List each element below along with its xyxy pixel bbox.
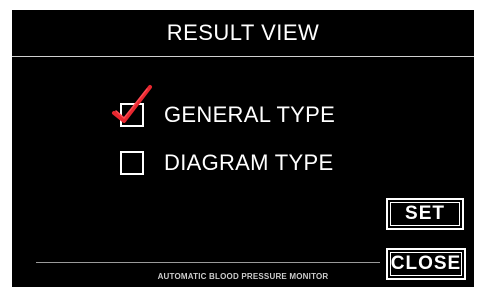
- footer-brand-text: AUTOMATIC BLOOD PRESSURE MONITOR: [157, 272, 329, 281]
- option-diagram-type[interactable]: DIAGRAM TYPE: [120, 150, 333, 176]
- general-type-checkbox[interactable]: [112, 85, 152, 127]
- set-button-label: SET: [405, 203, 445, 224]
- page-title: RESULT VIEW: [166, 20, 320, 45]
- option-general-type[interactable]: GENERAL TYPE: [112, 85, 336, 128]
- general-type-label: GENERAL TYPE: [164, 102, 336, 127]
- set-button[interactable]: SET: [386, 198, 464, 230]
- title-bar: RESULT VIEW: [12, 10, 474, 57]
- device-screen: RESULT VIEW GENERAL TYPE DIAGRAM TYPE SE…: [12, 10, 474, 287]
- diagram-type-checkbox[interactable]: [120, 151, 144, 175]
- diagram-type-label: DIAGRAM TYPE: [164, 150, 334, 175]
- footer-divider: [36, 262, 380, 263]
- checkmark-icon: [112, 85, 152, 123]
- page: RESULT VIEW GENERAL TYPE DIAGRAM TYPE SE…: [0, 0, 486, 287]
